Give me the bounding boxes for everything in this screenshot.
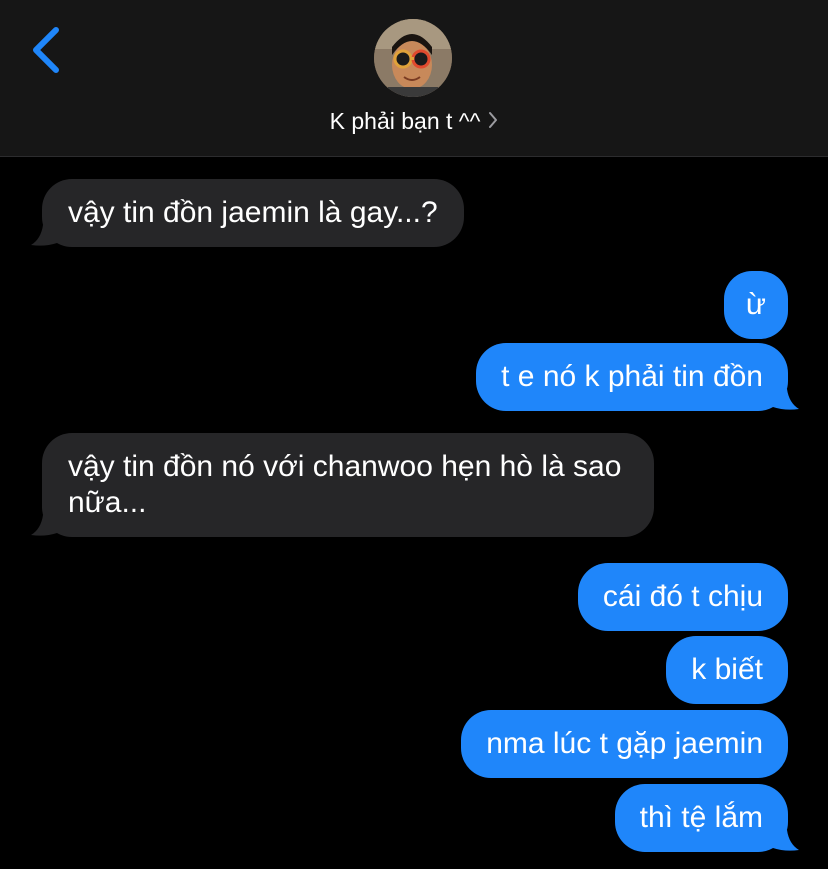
message-outgoing[interactable]: k biết <box>666 636 788 704</box>
message-outgoing[interactable]: nma lúc t gặp jaemin <box>461 710 788 778</box>
chevron-left-icon <box>33 27 59 73</box>
contact-avatar[interactable] <box>374 19 452 97</box>
message-incoming[interactable]: vậy tin đồn jaemin là gay...? <box>31 179 464 247</box>
bubble-tail <box>773 830 799 851</box>
bubble-tail <box>773 389 799 410</box>
message-outgoing[interactable]: thì tệ lắm <box>614 784 799 852</box>
message-text: k biết <box>691 653 763 686</box>
message-text: t e nó k phải tin đồn <box>501 360 763 393</box>
message-outgoing[interactable]: cái đó t chịu <box>577 563 788 631</box>
message-outgoing[interactable]: t e nó k phải tin đồn <box>476 343 799 411</box>
message-text: vậy tin đồn nó với chanwoo hẹn hò là sao… <box>68 450 622 519</box>
message-text: thì tệ lắm <box>639 801 763 834</box>
message-text: ừ <box>745 288 766 321</box>
conversation-header: K phải bạn t ^^ <box>0 0 828 157</box>
chevron-right-icon <box>488 104 498 138</box>
message-incoming[interactable]: vậy tin đồn nó với chanwoo hẹn hò là sao… <box>31 433 654 537</box>
contact-name: K phải bạn t ^^ <box>329 108 481 134</box>
avatar-photo <box>374 19 452 97</box>
contact-name-button[interactable]: K phải bạn t ^^ <box>0 104 828 140</box>
message-outgoing[interactable]: ừ <box>723 271 788 339</box>
message-text: nma lúc t gặp jaemin <box>486 727 763 760</box>
bubble-tail <box>31 515 57 536</box>
back-button[interactable] <box>22 22 74 78</box>
bubble-tail <box>31 225 57 246</box>
message-text: vậy tin đồn jaemin là gay...? <box>68 196 438 229</box>
message-list[interactable]: vậy tin đồn jaemin là gay...? ừ t e nó k… <box>0 157 828 869</box>
message-text: cái đó t chịu <box>602 580 763 613</box>
